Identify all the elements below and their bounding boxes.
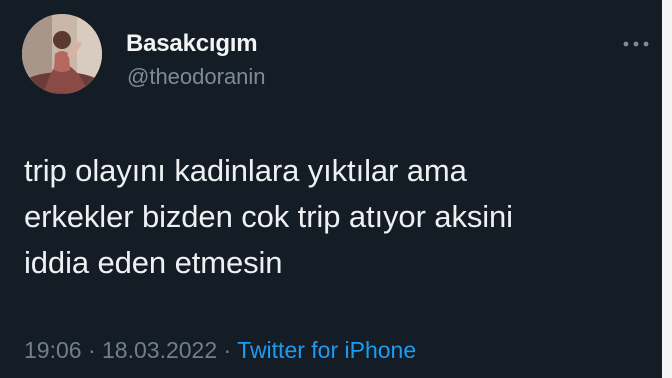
avatar-photo — [22, 14, 102, 94]
tweet-source-link[interactable]: Twitter for iPhone — [237, 337, 416, 363]
meta-separator: · — [217, 337, 238, 363]
tweet-card: Basakcıgım @theodoranin trip olayını kad… — [0, 0, 672, 378]
avatar[interactable] — [22, 14, 102, 94]
tweet-text: trip olayını kadinlara yıktılar ama erke… — [24, 153, 513, 280]
more-dots-icon[interactable] — [622, 38, 650, 50]
display-name[interactable]: Basakcıgım — [126, 30, 258, 58]
screenshot-edge — [662, 0, 672, 378]
user-handle[interactable]: @theodoranin — [127, 64, 266, 90]
tweet-time[interactable]: 19:06 — [24, 337, 82, 363]
tweet-date[interactable]: 18.03.2022 — [102, 337, 217, 363]
meta-separator: · — [81, 337, 103, 363]
tweet-meta: 19:06 · 18.03.2022 · Twitter for iPhone — [24, 337, 416, 364]
